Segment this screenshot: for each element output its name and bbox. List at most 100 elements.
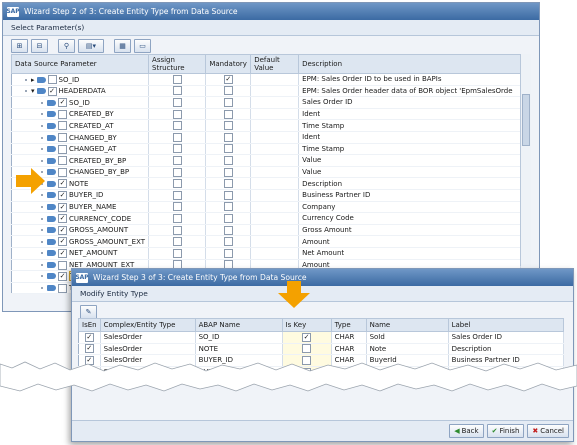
col-header-isen[interactable]: IsEn bbox=[78, 318, 101, 332]
default-value-cell[interactable] bbox=[250, 177, 300, 190]
label-text[interactable]: Description bbox=[452, 345, 492, 353]
default-value-cell[interactable] bbox=[250, 108, 300, 121]
expand-all-icon[interactable]: ⊞ bbox=[11, 39, 28, 53]
table-row[interactable]: ✓ NET_AMOUNT Net Amount bbox=[11, 247, 521, 260]
mandatory-checkbox[interactable] bbox=[223, 190, 233, 200]
mandatory-checkbox[interactable] bbox=[223, 213, 233, 223]
label-text[interactable]: Sales Order ID bbox=[452, 333, 502, 341]
parameter-checkbox[interactable]: ✓ bbox=[58, 202, 67, 212]
table-row[interactable]: ✓ SO_ID Sales Order ID bbox=[11, 96, 521, 109]
default-value-cell[interactable] bbox=[250, 85, 300, 98]
default-value-cell[interactable] bbox=[250, 224, 300, 237]
table-row[interactable]: ▾ ✓ HEADERDATA EPM: Sales Order header d… bbox=[11, 85, 521, 98]
tree-expander-icon[interactable]: ▾ bbox=[31, 87, 35, 95]
table-row[interactable]: ✓ BUYER_ID Business Partner ID bbox=[11, 189, 521, 202]
mandatory-checkbox[interactable] bbox=[223, 179, 233, 189]
col-header-description[interactable]: Description bbox=[298, 54, 521, 74]
col-header-complex[interactable]: Complex/Entity Type bbox=[99, 318, 196, 332]
is-key-checkbox[interactable]: ✓ bbox=[302, 332, 312, 342]
default-value-cell[interactable] bbox=[250, 154, 300, 167]
default-value-cell[interactable] bbox=[250, 119, 300, 132]
table-row[interactable]: ✓ SalesOrder NOTE CHAR Note Description bbox=[78, 343, 565, 356]
back-button[interactable]: ◀ Back bbox=[449, 424, 484, 438]
window-title-bar[interactable]: SAP Wizard Step 2 of 3: Create Entity Ty… bbox=[3, 3, 539, 20]
default-value-cell[interactable] bbox=[250, 189, 300, 202]
assign-structure-checkbox[interactable] bbox=[172, 121, 182, 131]
parameter-checkbox[interactable] bbox=[58, 260, 67, 270]
parameter-checkbox[interactable] bbox=[58, 133, 67, 143]
parameter-checkbox[interactable] bbox=[58, 121, 67, 131]
parameter-checkbox[interactable] bbox=[58, 109, 67, 119]
col-header-name[interactable]: Name bbox=[365, 318, 449, 332]
finish-button[interactable]: ✔ Finish bbox=[486, 424, 525, 438]
default-value-cell[interactable] bbox=[250, 201, 300, 214]
table-row[interactable]: CHANGED_AT Time Stamp bbox=[11, 143, 521, 156]
mandatory-checkbox[interactable] bbox=[223, 248, 233, 258]
col-header-mandatory[interactable]: Mandatory bbox=[205, 54, 252, 74]
default-value-cell[interactable] bbox=[250, 247, 300, 260]
mandatory-checkbox[interactable] bbox=[223, 121, 233, 131]
parameter-checkbox[interactable]: ✓ bbox=[58, 248, 67, 258]
assign-structure-checkbox[interactable] bbox=[172, 144, 182, 154]
assign-structure-checkbox[interactable] bbox=[172, 190, 182, 200]
parameter-checkbox[interactable] bbox=[47, 75, 57, 85]
parameter-checkbox[interactable] bbox=[58, 167, 67, 177]
select-icon[interactable]: ▤▾ bbox=[78, 39, 104, 53]
mandatory-checkbox[interactable] bbox=[223, 144, 233, 154]
assign-structure-checkbox[interactable] bbox=[172, 202, 182, 212]
mandatory-checkbox[interactable] bbox=[223, 202, 233, 212]
default-value-cell[interactable] bbox=[250, 166, 300, 179]
default-value-cell[interactable] bbox=[250, 235, 300, 248]
mandatory-checkbox[interactable] bbox=[223, 86, 233, 96]
table-row[interactable]: ✓ SalesOrder SO_ID ✓ CHAR SoId Sales Ord… bbox=[78, 331, 565, 344]
table-row[interactable]: ✓ CURRENCY_CODE Currency Code bbox=[11, 212, 521, 225]
is-entity-checkbox[interactable]: ✓ bbox=[84, 344, 94, 354]
mandatory-checkbox[interactable] bbox=[223, 109, 233, 119]
mandatory-checkbox[interactable] bbox=[223, 155, 233, 165]
default-value-cell[interactable] bbox=[250, 212, 300, 225]
table-row[interactable]: ✓ BUYER_NAME Company bbox=[11, 201, 521, 214]
mandatory-checkbox[interactable] bbox=[223, 167, 233, 177]
default-value-cell[interactable] bbox=[250, 131, 300, 144]
parameter-checkbox[interactable]: ✓ bbox=[58, 190, 67, 200]
mandatory-checkbox[interactable] bbox=[223, 225, 233, 235]
col-header-label[interactable]: Label bbox=[447, 318, 565, 332]
tree-expander-icon[interactable]: ▸ bbox=[31, 76, 35, 84]
property-name-text[interactable]: SoId bbox=[370, 333, 385, 341]
table-row[interactable]: ✓ NOTE Description bbox=[11, 177, 521, 190]
table-row[interactable]: CREATED_BY_BP Value bbox=[11, 154, 521, 167]
table-row[interactable]: CHANGED_BY_BP Value bbox=[11, 166, 521, 179]
assign-structure-checkbox[interactable] bbox=[172, 179, 182, 189]
assign-structure-checkbox[interactable] bbox=[172, 155, 182, 165]
default-value-cell[interactable] bbox=[250, 73, 300, 86]
assign-structure-checkbox[interactable] bbox=[172, 97, 182, 107]
col-header-type[interactable]: Type bbox=[330, 318, 367, 332]
parameter-checkbox[interactable] bbox=[58, 156, 67, 166]
parameter-checkbox[interactable] bbox=[58, 283, 67, 293]
table-row[interactable]: ✓ GROSS_AMOUNT_EXT Amount bbox=[11, 235, 521, 248]
assign-structure-checkbox[interactable] bbox=[172, 109, 182, 119]
window-title-bar-2[interactable]: SAP Wizard Step 3 of 3: Create Entity Ty… bbox=[72, 269, 573, 286]
property-name-text[interactable]: Note bbox=[370, 345, 387, 353]
cancel-button[interactable]: ✖ Cancel bbox=[527, 424, 569, 438]
parameter-checkbox[interactable]: ✓ bbox=[58, 214, 67, 224]
table-row[interactable]: CREATED_AT Time Stamp bbox=[11, 119, 521, 132]
assign-structure-checkbox[interactable] bbox=[172, 225, 182, 235]
assign-structure-checkbox[interactable] bbox=[172, 248, 182, 258]
parameter-checkbox[interactable]: ✓ bbox=[58, 271, 67, 281]
parameter-checkbox[interactable]: ✓ bbox=[58, 179, 67, 189]
assign-structure-checkbox[interactable] bbox=[172, 167, 182, 177]
collapse-all-icon[interactable]: ⊟ bbox=[31, 39, 48, 53]
assign-structure-checkbox[interactable] bbox=[172, 213, 182, 223]
default-value-cell[interactable] bbox=[250, 96, 300, 109]
parameter-checkbox[interactable]: ✓ bbox=[47, 86, 57, 96]
mandatory-checkbox[interactable]: ✓ bbox=[223, 74, 233, 84]
mandatory-checkbox[interactable] bbox=[223, 97, 233, 107]
assign-structure-checkbox[interactable] bbox=[172, 86, 182, 96]
table-row[interactable]: ✓ GROSS_AMOUNT Gross Amount bbox=[11, 224, 521, 237]
assign-structure-checkbox[interactable] bbox=[172, 74, 182, 84]
print-icon[interactable]: ▭ bbox=[134, 39, 151, 53]
table-row[interactable]: CHANGED_BY Ident bbox=[11, 131, 521, 144]
is-key-checkbox[interactable] bbox=[302, 344, 312, 354]
is-entity-checkbox[interactable]: ✓ bbox=[84, 332, 94, 342]
